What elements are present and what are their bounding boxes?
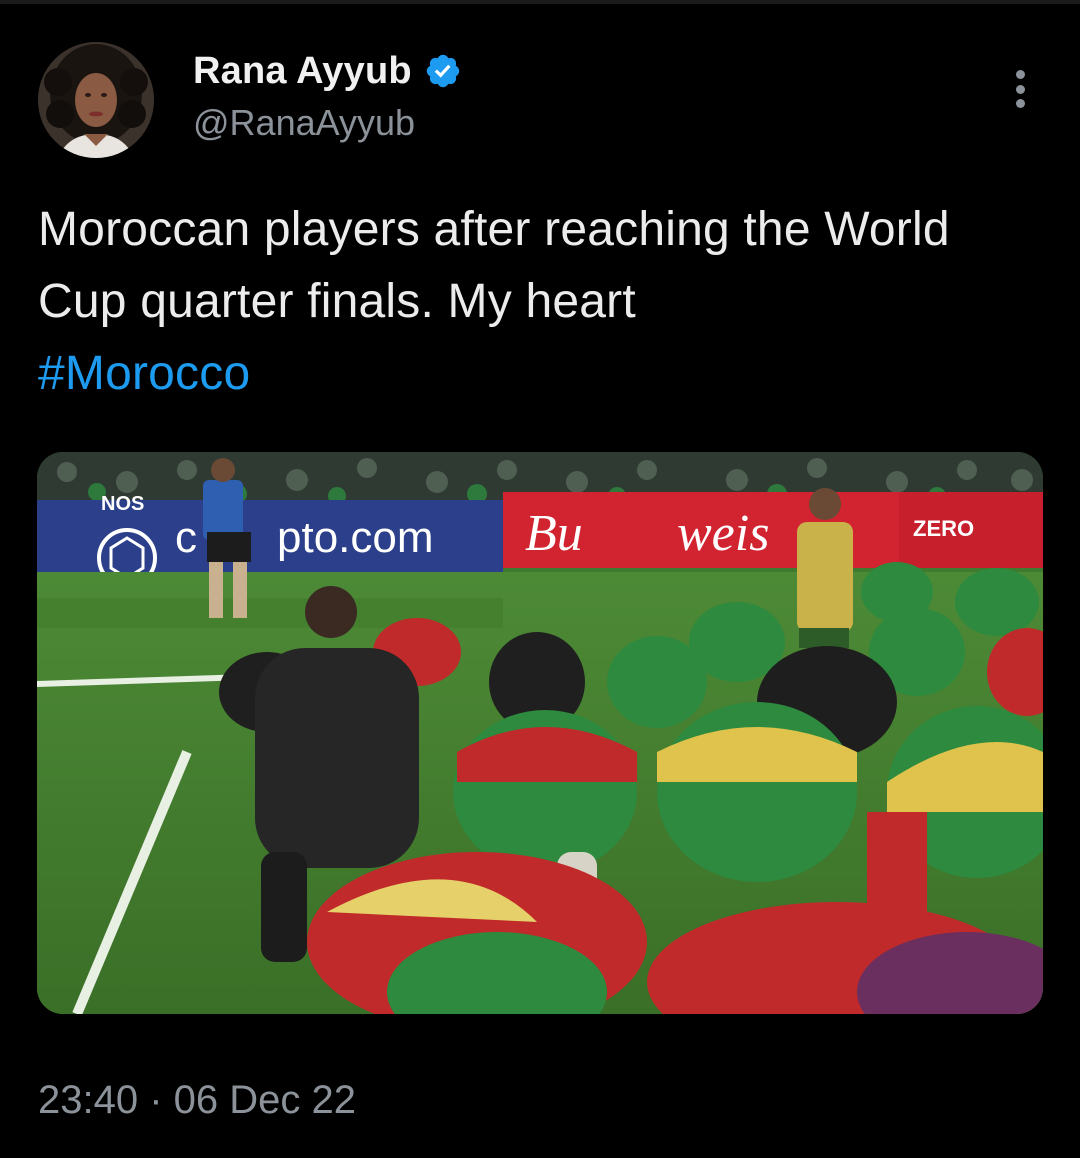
verified-badge-icon <box>426 54 460 88</box>
tweet-text: Moroccan players after reaching the Worl… <box>38 194 1048 410</box>
tweet-body-text: Moroccan players after reaching the Worl… <box>38 203 950 328</box>
hashtag-link[interactable]: #Morocco <box>38 347 250 400</box>
svg-text:pto.com: pto.com <box>277 513 434 562</box>
tweet-media-photo[interactable]: c pto.com Bu weis ZERO NOS <box>37 452 1043 1014</box>
avatar[interactable] <box>38 42 154 158</box>
tweet-timestamp[interactable]: 23:40 · 06 Dec 22 <box>38 1078 356 1123</box>
author-name-row[interactable]: Rana Ayyub <box>193 48 462 94</box>
svg-text:NOS: NOS <box>101 493 144 515</box>
svg-text:ZERO: ZERO <box>913 516 974 541</box>
svg-text:Bu: Bu <box>525 505 583 562</box>
top-divider <box>0 0 1080 4</box>
author-display-name[interactable]: Rana Ayyub <box>193 50 412 93</box>
svg-text:c: c <box>175 513 197 562</box>
more-vertical-icon[interactable] <box>1000 66 1040 112</box>
author-handle[interactable]: @RanaAyyub <box>193 102 415 144</box>
svg-text:weis: weis <box>677 505 769 562</box>
